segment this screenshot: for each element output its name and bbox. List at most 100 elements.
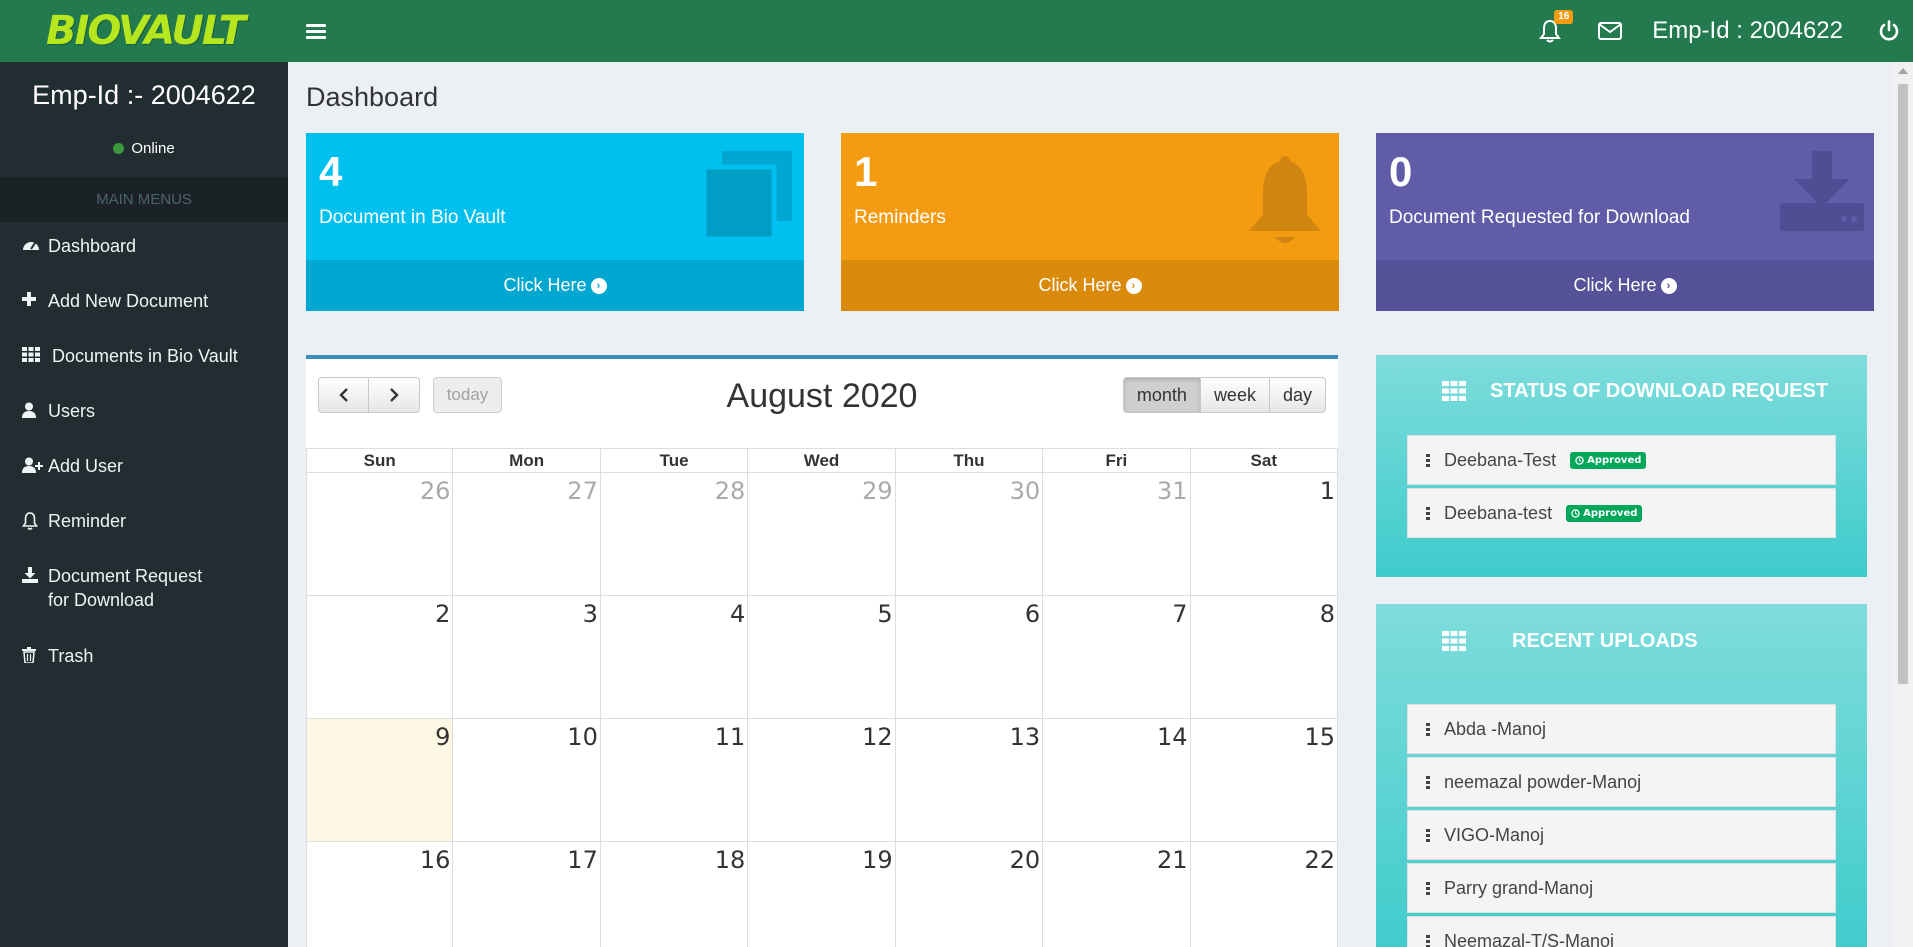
user-icon [22,399,48,418]
sidebar-item-trash[interactable]: Trash [0,632,288,687]
sidebar-item-document-request-for-download[interactable]: Document Request for Download [0,552,288,632]
sidebar-item-add-new-document[interactable]: Add New Document [0,277,288,332]
logout-button[interactable] [1865,0,1913,62]
drag-handle-icon [1426,934,1430,947]
list-item[interactable]: neemazal powder-Manoj [1407,757,1836,807]
drag-handle-icon [1426,453,1430,467]
week-view-button[interactable]: week [1200,377,1270,413]
list-item[interactable]: Deebana-test Approved [1407,488,1836,538]
calendar-day[interactable]: 27 [453,473,601,596]
calendar-day[interactable]: 5 [748,596,896,719]
user-plus-icon [22,454,48,473]
calendar-day[interactable]: 16 [306,842,454,947]
calendar-day[interactable]: 10 [453,719,601,842]
copy-icon [701,151,792,244]
logo[interactable]: BIOVAULT [0,0,288,62]
sidebar-item-label: Users [48,401,96,421]
day-of-week: Sat [1191,449,1338,473]
click-here-label: Click Here [1038,275,1122,295]
calendar-day[interactable]: 28 [600,473,749,596]
sidebar-item-reminder[interactable]: Reminder [0,497,288,552]
user-status: Online [0,120,288,177]
download-icon [22,564,48,583]
stat-footer-link[interactable]: Click Here › [306,260,804,311]
envelope-icon [1598,22,1623,40]
calendar-day[interactable]: 19 [748,842,896,947]
list-item[interactable]: Parry grand-Manoj [1407,863,1836,913]
status-badge: Approved [1566,504,1643,522]
calendar-day[interactable]: 6 [895,596,1044,719]
calendar-week: 26 27 28 29 30 31 1 [306,473,1338,596]
calendar-day[interactable]: 31 [1043,473,1191,596]
day-view-button[interactable]: day [1269,377,1326,413]
day-of-week: Sun [306,449,454,473]
sidebar-item-add-user[interactable]: Add User [0,442,288,497]
chevron-left-icon [338,388,348,402]
scrollbar-thumb[interactable] [1898,84,1908,684]
list-item[interactable]: VIGO-Manoj [1407,810,1836,860]
sidebar-item-label: Document Request for Download [48,566,203,610]
clock-icon [1571,508,1580,518]
table-icon [1442,381,1466,401]
today-button[interactable]: today [433,377,502,413]
bell-icon [1245,155,1325,254]
calendar-day[interactable]: 7 [1043,596,1191,719]
list-item[interactable]: Neemazal-T/S-Manoj [1407,916,1836,947]
day-of-week: Wed [748,449,896,473]
stat-box-documents: 4 Document in Bio Vault Click Here › [306,133,804,311]
list-item[interactable]: Abda -Manoj [1407,704,1836,754]
sidebar-item-label: Dashboard [48,236,137,256]
item-name: Parry grand-Manoj [1444,877,1594,898]
logo-text: BIOVAULT [46,8,246,54]
calendar-day[interactable]: 11 [600,719,749,842]
messages-button[interactable] [1580,0,1640,62]
user-menu[interactable]: Emp-Id : 2004622 [1640,0,1865,62]
calendar-day[interactable]: 29 [748,473,896,596]
calendar-week: 9 10 11 12 13 14 15 [306,719,1338,842]
sidebar-item-users[interactable]: Users [0,387,288,442]
month-view-button[interactable]: month [1122,377,1201,413]
item-name: Deebana-test [1444,502,1553,523]
calendar-day[interactable]: 3 [453,596,601,719]
panel-title: STATUS OF DOWNLOAD REQUEST [1490,379,1829,402]
calendar-day[interactable]: 17 [453,842,601,947]
sidebar-toggle-button[interactable] [306,21,326,41]
drag-handle-icon [1426,775,1430,789]
panel-header: RECENT UPLOADS [1376,604,1867,678]
download-icon [1780,151,1864,236]
next-month-button[interactable] [369,377,420,413]
calendar-day[interactable]: 30 [895,473,1044,596]
arrow-circle-right-icon: › [590,277,607,294]
calendar-day[interactable]: 8 [1190,596,1338,719]
calendar-day[interactable]: 4 [600,596,749,719]
days-of-week-header: Sun Mon Tue Wed Thu Fri Sat [306,448,1338,473]
calendar-day[interactable]: 22 [1191,842,1338,947]
calendar-day[interactable]: 20 [896,842,1044,947]
calendar-day[interactable]: 13 [895,719,1044,842]
prev-month-button[interactable] [318,377,369,413]
calendar-day-today[interactable]: 9 [306,719,454,842]
main-content: Dashboard 4 Document in Bio Vault Click … [288,62,1893,947]
calendar-day[interactable]: 21 [1043,842,1191,947]
calendar-day[interactable]: 12 [748,719,896,842]
notifications-button[interactable]: 16 [1520,0,1580,62]
calendar-day[interactable]: 26 [306,473,454,596]
vertical-scrollbar[interactable] [1893,62,1913,947]
bell-icon [22,509,48,530]
sidebar-item-dashboard[interactable]: Dashboard [0,222,288,277]
calendar-day[interactable]: 14 [1043,719,1191,842]
stat-footer-link[interactable]: Click Here › [841,260,1339,311]
calendar-day[interactable]: 1 [1190,473,1338,596]
scroll-up-arrow-icon[interactable] [1893,62,1913,80]
calendar-day[interactable]: 18 [601,842,749,947]
sidebar-item-documents-in-bio-vault[interactable]: Documents in Bio Vault [0,332,288,387]
calendar-day[interactable]: 2 [306,596,454,719]
item-name: neemazal powder-Manoj [1444,771,1642,792]
list-item[interactable]: Deebana-Test Approved [1407,435,1836,485]
item-name: Neemazal-T/S-Manoj [1444,930,1615,947]
panel-title: RECENT UPLOADS [1512,629,1698,652]
calendar-day[interactable]: 15 [1190,719,1338,842]
sidebar-header: MAIN MENUS [0,177,288,222]
item-name: Deebana-Test [1444,449,1557,470]
stat-footer-link[interactable]: Click Here › [1376,260,1874,311]
